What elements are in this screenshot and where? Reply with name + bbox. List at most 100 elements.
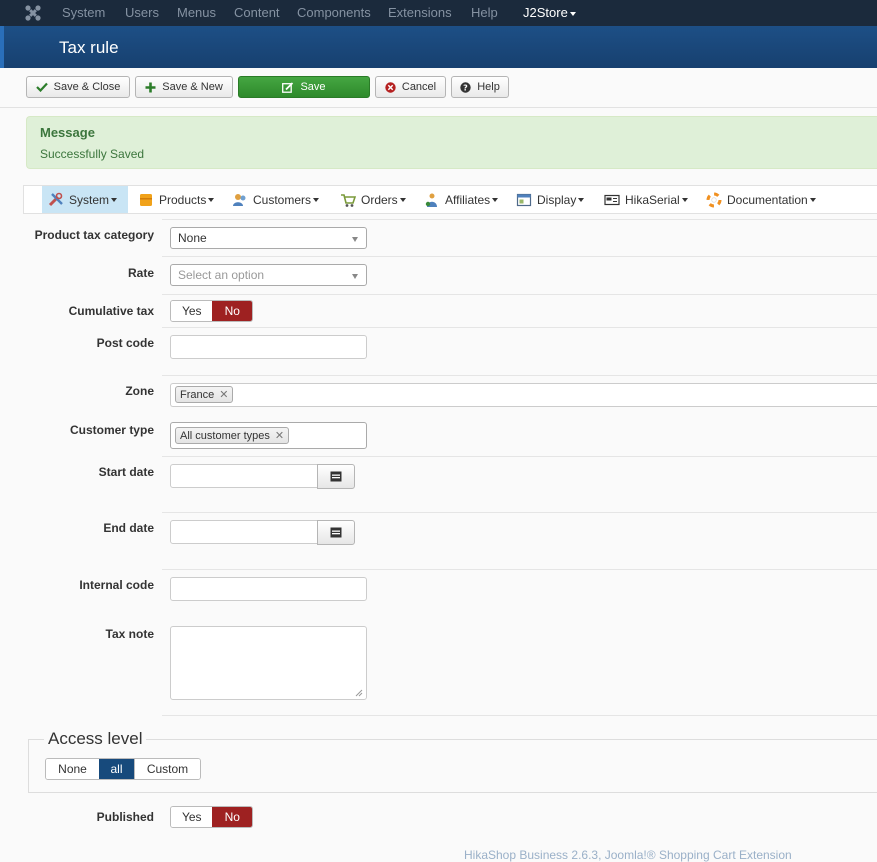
menu-display-label: Display bbox=[537, 192, 577, 207]
customer-type-chip: All customer types ✕ bbox=[175, 427, 290, 444]
menu-orders[interactable]: Orders bbox=[334, 186, 414, 213]
divider bbox=[162, 294, 877, 295]
access-level-toggle: None all Custom bbox=[45, 758, 201, 780]
internal-code-input[interactable] bbox=[170, 577, 367, 601]
access-all-option[interactable]: all bbox=[99, 759, 134, 779]
cumulative-tax-no[interactable]: No bbox=[212, 301, 252, 321]
hikashop-menu: System Products Customers Orders Affilia… bbox=[23, 185, 877, 214]
nav-j2store[interactable]: J2Store bbox=[523, 5, 576, 20]
access-custom-option[interactable]: Custom bbox=[134, 759, 200, 779]
save-label: Save bbox=[300, 81, 326, 93]
menu-products-label: Products bbox=[159, 192, 207, 207]
menu-system[interactable]: System bbox=[42, 186, 128, 213]
joomla-logo-icon[interactable] bbox=[24, 4, 42, 22]
nav-system[interactable]: System bbox=[62, 5, 105, 20]
cancel-button[interactable]: Cancel bbox=[375, 76, 446, 98]
question-circle-icon: ? bbox=[460, 81, 471, 93]
menu-hikaserial-label: HikaSerial bbox=[625, 192, 680, 207]
title-bar: Tax rule bbox=[0, 26, 877, 68]
access-level-legend: Access level bbox=[44, 729, 147, 749]
toolbar: Save & Close Save & New Save Cancel ? He… bbox=[0, 68, 877, 108]
menu-customers[interactable]: Customers bbox=[226, 186, 326, 213]
save-button[interactable]: Save bbox=[238, 76, 370, 98]
rate-label: Rate bbox=[127, 266, 154, 280]
divider bbox=[162, 715, 877, 716]
remove-icon[interactable]: ✕ bbox=[219, 388, 228, 401]
divider bbox=[162, 512, 877, 513]
zone-label: Zone bbox=[125, 384, 154, 398]
nav-extensions[interactable]: Extensions bbox=[388, 5, 452, 20]
cancel-circle-icon bbox=[385, 81, 396, 93]
nav-content[interactable]: Content bbox=[234, 5, 280, 20]
lifebuoy-icon bbox=[706, 192, 722, 207]
save-new-label: Save & New bbox=[162, 81, 223, 93]
caret-down-icon bbox=[681, 197, 688, 202]
remove-icon[interactable]: ✕ bbox=[275, 429, 284, 442]
nav-j2store-label: J2Store bbox=[523, 5, 568, 20]
rate-placeholder: Select an option bbox=[178, 268, 265, 282]
product-tax-category-select[interactable]: None bbox=[170, 227, 367, 249]
menu-products[interactable]: Products bbox=[132, 186, 222, 213]
nav-components[interactable]: Components bbox=[297, 5, 371, 20]
caret-down-icon bbox=[111, 197, 118, 202]
nav-help[interactable]: Help bbox=[471, 5, 498, 20]
help-label: Help bbox=[477, 81, 500, 93]
orders-cart-icon bbox=[341, 193, 356, 207]
customer-type-multiselect[interactable]: All customer types ✕ bbox=[170, 422, 367, 449]
published-no[interactable]: No bbox=[212, 807, 252, 827]
nav-users[interactable]: Users bbox=[125, 5, 159, 20]
product-tax-category-label: Product tax category bbox=[34, 228, 154, 242]
start-date-input[interactable] bbox=[170, 464, 318, 488]
published-yes[interactable]: Yes bbox=[171, 807, 213, 827]
footer-text: HikaShop Business 2.6.3, Joomla!® Shoppi… bbox=[464, 848, 792, 862]
published-label: Published bbox=[96, 810, 154, 824]
zone-chip: France ✕ bbox=[175, 386, 234, 403]
caret-down-icon bbox=[492, 197, 499, 202]
customer-type-label: Customer type bbox=[69, 423, 154, 437]
zone-multiselect[interactable]: France ✕ bbox=[170, 383, 877, 407]
divider bbox=[162, 219, 877, 220]
end-date-input[interactable] bbox=[170, 520, 318, 544]
products-box-icon bbox=[140, 193, 152, 206]
help-button[interactable]: ? Help bbox=[451, 76, 509, 98]
divider bbox=[162, 569, 877, 570]
dropdown-arrow-icon bbox=[352, 274, 358, 279]
published-toggle: Yes No bbox=[170, 806, 253, 828]
divider bbox=[162, 375, 877, 376]
tax-note-textarea[interactable] bbox=[170, 626, 367, 700]
menu-documentation[interactable]: Documentation bbox=[700, 186, 826, 213]
divider bbox=[162, 456, 877, 457]
start-date-calendar-button[interactable] bbox=[317, 464, 355, 489]
product-tax-category-value: None bbox=[178, 231, 207, 245]
cancel-label: Cancel bbox=[401, 81, 437, 93]
divider bbox=[162, 327, 877, 328]
zone-chip-label: France bbox=[180, 388, 215, 401]
internal-code-label: Internal code bbox=[79, 578, 154, 592]
dropdown-arrow-icon bbox=[352, 237, 358, 242]
nav-menus[interactable]: Menus bbox=[177, 5, 216, 20]
menu-display[interactable]: Display bbox=[510, 186, 590, 213]
menu-customers-label: Customers bbox=[253, 192, 312, 207]
menu-orders-label: Orders bbox=[361, 192, 398, 207]
rate-select[interactable]: Select an option bbox=[170, 264, 367, 286]
menu-affiliates[interactable]: Affiliates bbox=[418, 186, 504, 213]
access-none-option[interactable]: None bbox=[46, 759, 99, 779]
calendar-icon bbox=[330, 527, 342, 538]
resize-grip-icon[interactable] bbox=[355, 689, 363, 697]
display-window-icon bbox=[516, 193, 532, 206]
end-date-calendar-button[interactable] bbox=[317, 520, 355, 545]
save-new-button[interactable]: Save & New bbox=[135, 76, 233, 98]
caret-down-icon bbox=[399, 197, 406, 202]
customer-type-chip-label: All customer types bbox=[180, 429, 270, 442]
post-code-input[interactable] bbox=[170, 335, 367, 359]
save-close-button[interactable]: Save & Close bbox=[26, 76, 130, 98]
caret-down-icon bbox=[208, 197, 215, 202]
cumulative-tax-yes[interactable]: Yes bbox=[171, 301, 213, 321]
top-navbar: System Users Menus Content Components Ex… bbox=[0, 0, 877, 26]
message-heading: Message bbox=[40, 125, 95, 140]
post-code-label: Post code bbox=[96, 336, 154, 350]
menu-affiliates-label: Affiliates bbox=[445, 192, 491, 207]
divider bbox=[162, 256, 877, 257]
caret-down-icon bbox=[569, 11, 576, 16]
menu-hikaserial[interactable]: HikaSerial bbox=[598, 186, 694, 213]
